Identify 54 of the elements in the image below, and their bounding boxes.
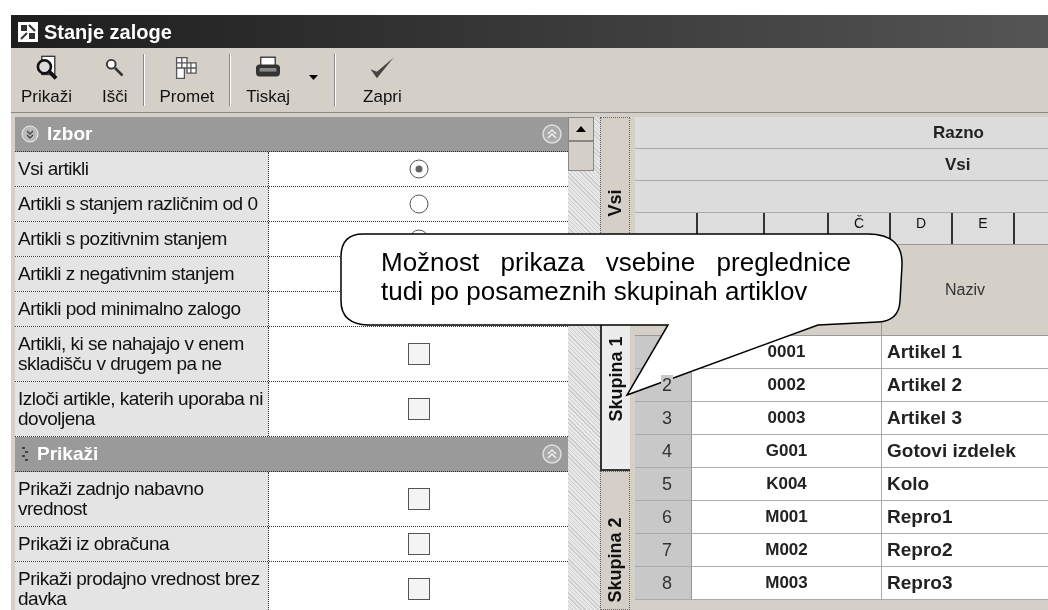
checkbox[interactable] [407, 343, 430, 365]
option-label: Prikaži iz obračuna [15, 527, 269, 561]
checkbox[interactable] [407, 578, 430, 600]
option-label: Prikaži prodajno vrednost brez davka [15, 562, 269, 610]
table-cell: M003 [692, 567, 882, 599]
checkbox[interactable] [407, 398, 430, 420]
grid-icon [173, 55, 200, 81]
toolbar-button[interactable]: Zapri [360, 54, 405, 106]
table-cell-text: Repro2 [886, 537, 954, 562]
letter-tab[interactable]: E [951, 213, 1013, 244]
grip-icon [21, 445, 29, 463]
group-header: Razno [635, 117, 1048, 149]
letter-tab[interactable] [1013, 213, 1048, 244]
collapse-circle-icon [21, 125, 39, 143]
group-tab[interactable]: Skupina 2 [600, 471, 630, 610]
option-label: Artikli s stanjem različnim od 0 [15, 187, 269, 221]
table-cell-text: Repro1 [886, 504, 954, 529]
toolbar-button[interactable]: Promet [156, 54, 218, 106]
table-cell-text: Repro3 [886, 570, 954, 595]
table-cell-text: Artikel 3 [886, 405, 963, 430]
radio-button[interactable] [408, 194, 429, 214]
table-cell: M001 [692, 501, 882, 533]
table-cell-text: Gotovi izdelek [886, 438, 1017, 463]
caret-icon[interactable] [309, 74, 319, 80]
checkbox[interactable] [407, 488, 430, 510]
window-title: Stanje zaloge [44, 19, 172, 45]
table-cell: K004 [692, 468, 882, 500]
option-label: Prikaži zadnjo nabavno vrednost [15, 472, 269, 526]
section-title: Prikaži [37, 441, 100, 466]
table-cell: M002 [692, 534, 882, 566]
toolbar-button[interactable]: Tiskaj [243, 54, 294, 106]
scroll-up-button[interactable] [568, 117, 594, 141]
option-label: Artikli z negativnim stanjem [15, 257, 269, 291]
table-cell: G001 [692, 435, 882, 467]
table-cell-text: Kolo [886, 471, 931, 496]
checkbox[interactable] [407, 533, 430, 555]
option-label: Vsi artikli [15, 152, 269, 186]
option-label: Artikli s pozitivnim stanjem [15, 222, 269, 256]
option-label: Izloči artikle, katerih uporaba ni dovoljena [15, 382, 269, 436]
scroll-thumb[interactable] [568, 141, 594, 171]
up-arrow-icon [576, 126, 586, 132]
option-label: Artikli, ki se nahajajo v enem skladišču v drugem pa ne [15, 327, 269, 381]
section-title: Izbor [47, 121, 94, 146]
letter-tab[interactable]: D [889, 213, 951, 244]
option-label: Artikli pod minimalno zalogo [15, 292, 269, 326]
group-header: Vsi [635, 149, 1048, 181]
radio-button[interactable] [408, 159, 429, 179]
table-cell: 0003 [692, 402, 882, 434]
search-icon [104, 58, 125, 78]
table-cell-text: Artikel 2 [886, 372, 963, 397]
toolbar-button[interactable]: Išči [99, 54, 131, 106]
table-cell-text: Artikel 1 [886, 339, 963, 364]
window-icon [17, 20, 39, 43]
toolbar-button[interactable]: Prikaži [18, 54, 75, 106]
